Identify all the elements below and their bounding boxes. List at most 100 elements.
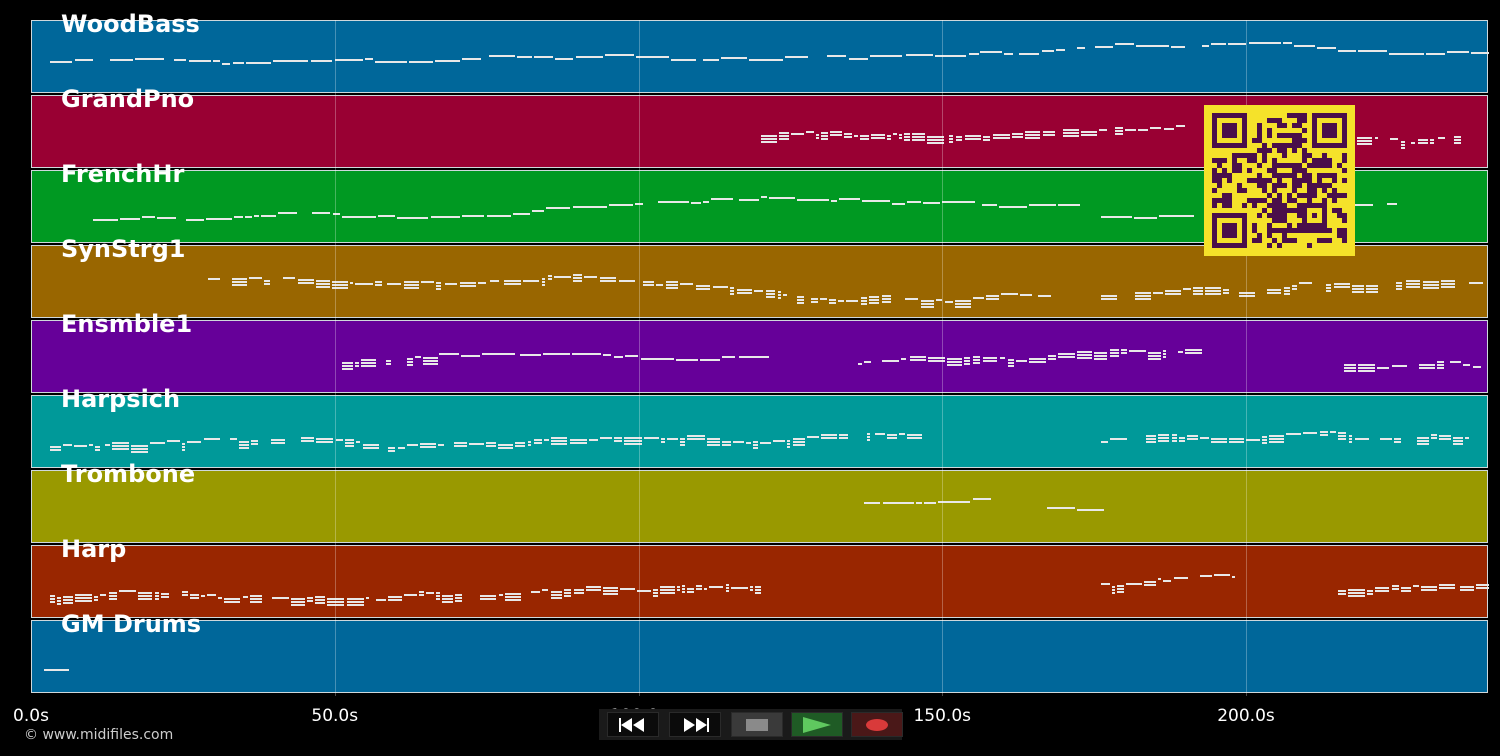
note: [1406, 285, 1421, 288]
track-lane[interactable]: Trombone: [31, 460, 1488, 543]
note: [1302, 432, 1318, 435]
note: [554, 275, 571, 278]
track-name: SynStrg1: [61, 235, 186, 263]
note: [660, 589, 676, 592]
note: [1134, 292, 1151, 295]
note: [1348, 594, 1365, 597]
track-lane[interactable]: Harp: [31, 535, 1489, 618]
note: [624, 442, 642, 445]
note: [1178, 437, 1185, 440]
note: [964, 137, 982, 140]
note: [706, 444, 721, 447]
note: [760, 196, 767, 199]
note: [779, 138, 789, 141]
note: [376, 598, 386, 601]
note: [964, 356, 971, 359]
note-layer: [32, 621, 1489, 694]
note: [385, 360, 391, 363]
note: [1173, 576, 1189, 579]
note: [297, 278, 314, 281]
track-lane[interactable]: Harpsich: [31, 385, 1488, 468]
note: [1148, 354, 1161, 357]
play-button[interactable]: [791, 712, 843, 737]
note: [1436, 366, 1445, 369]
note: [547, 278, 553, 281]
note: [1162, 349, 1166, 352]
note: [1344, 364, 1356, 367]
note: [278, 211, 297, 214]
note: [927, 359, 945, 362]
qr-code[interactable]: [1204, 105, 1355, 256]
note: [1319, 434, 1328, 437]
note: [1366, 287, 1378, 290]
note: [217, 596, 222, 599]
note: [695, 285, 711, 288]
note: [551, 593, 562, 596]
note: [765, 292, 776, 295]
note: [1229, 438, 1244, 441]
note: [1476, 586, 1489, 589]
note: [1421, 588, 1437, 591]
note: [999, 356, 1006, 359]
stop-button[interactable]: [731, 712, 783, 737]
note: [498, 593, 504, 596]
note-layer: [32, 246, 1489, 319]
note: [454, 442, 468, 445]
note: [690, 202, 702, 205]
track-lane[interactable]: WoodBass: [31, 10, 1489, 93]
note: [231, 280, 248, 283]
rewind-button[interactable]: [607, 712, 659, 737]
note: [161, 595, 169, 598]
note: [1077, 509, 1104, 512]
note: [575, 56, 604, 59]
note: [344, 442, 355, 445]
note: [573, 588, 584, 591]
note: [1238, 294, 1256, 297]
note: [1348, 438, 1353, 441]
note: [307, 597, 313, 600]
note: [434, 59, 460, 62]
note: [327, 603, 345, 606]
note: [388, 595, 402, 598]
note: [660, 592, 676, 595]
note: [489, 55, 515, 58]
note: [924, 501, 937, 504]
note: [702, 58, 719, 61]
note: [1114, 133, 1123, 136]
note: [722, 440, 731, 443]
note: [263, 279, 271, 282]
note: [1019, 52, 1040, 55]
fast-forward-button[interactable]: [669, 712, 721, 737]
note: [1047, 358, 1057, 361]
note: [797, 295, 805, 298]
note: [239, 441, 249, 444]
note: [435, 285, 441, 288]
note: [1416, 442, 1429, 445]
note: [1337, 50, 1356, 53]
note: [430, 216, 460, 219]
note: [1011, 133, 1024, 136]
track-lane[interactable]: Ensmble1: [31, 310, 1488, 393]
note: [1171, 45, 1185, 48]
record-button[interactable]: [851, 712, 903, 737]
note: [569, 438, 588, 441]
note: [1145, 441, 1156, 444]
track-name: GrandPno: [61, 85, 195, 113]
note: [725, 587, 729, 590]
note: [1245, 438, 1260, 441]
note: [797, 301, 805, 304]
note: [315, 285, 330, 288]
note: [1025, 136, 1041, 139]
note: [426, 591, 435, 594]
note: [881, 359, 899, 362]
note: [982, 359, 997, 362]
note: [459, 281, 476, 284]
note: [981, 203, 997, 206]
note: [156, 217, 176, 220]
note: [435, 282, 441, 285]
track-lane[interactable]: GM Drums: [31, 610, 1489, 694]
note: [667, 437, 678, 440]
note: [523, 279, 540, 282]
note: [792, 441, 805, 444]
note: [839, 433, 849, 436]
